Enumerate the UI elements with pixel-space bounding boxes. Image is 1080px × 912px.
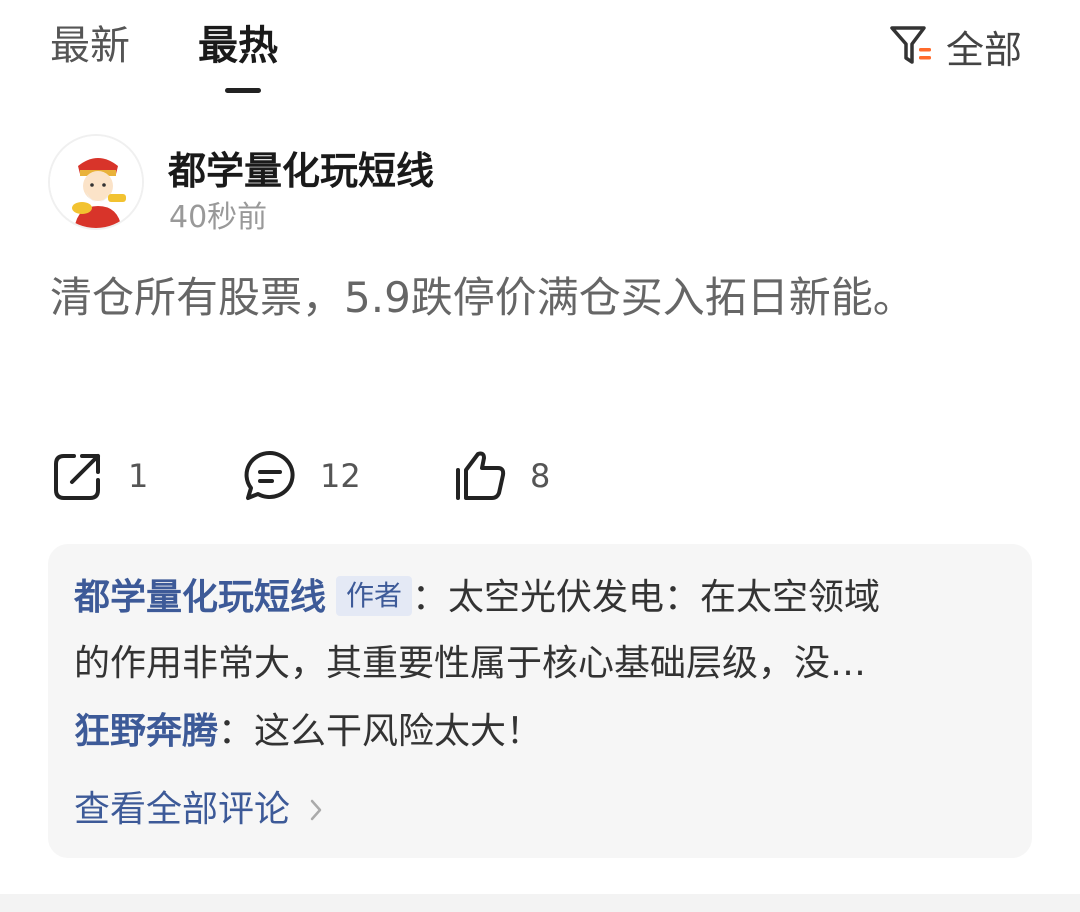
comment-author[interactable]: 狂野奔腾 [74,711,218,752]
active-tab-indicator [225,88,261,93]
filter-button[interactable]: 全部 [888,20,1022,72]
god-of-wealth-avatar-icon [50,136,142,228]
comment-text-line-2: 的作用非常大，其重要性属于核心基础层级，没… [74,643,867,684]
comment-icon [244,450,295,500]
like-button[interactable]: 8 [452,446,550,506]
share-icon [54,454,100,500]
post-content[interactable]: 清仓所有股票，5.9跌停价满仓买入拓日新能。 [50,256,1030,340]
comment-text: ：这么干风险太大！ [218,711,543,752]
thumbs-up-icon [456,451,506,500]
view-all-label: 查看全部评论 [74,789,291,830]
view-all-comments-link[interactable]: 查看全部评论 [74,784,328,836]
comment-preview-panel: 都学量化玩短线 作者 ：太空光伏发电：在太空领域 的作用非常大，其重要性属于核心基础… [48,544,1032,858]
filter-icon [890,26,931,64]
feed-tabs: 最新 最热 全部 [0,0,1080,100]
avatar[interactable] [48,134,144,230]
like-count: 8 [530,457,551,495]
feed-separator [0,894,1080,912]
tab-latest[interactable]: 最新 [50,20,130,72]
author-badge: 作者 [336,576,413,616]
share-count: 1 [128,457,149,495]
tab-hot[interactable]: 最热 [198,20,278,72]
comment-count: 12 [320,457,361,495]
comment-item[interactable]: 都学量化玩短线 作者 ：太空光伏发电：在太空领域 [74,572,1014,624]
share-button[interactable]: 1 [50,446,148,506]
filter-label: 全部 [946,27,1023,72]
chevron-right-icon [310,799,322,821]
comment-item[interactable]: 狂野奔腾：这么干风险太大！ [74,706,1014,758]
post-actions: 1 12 8 [50,446,650,506]
post-author[interactable]: 都学量化玩短线 [168,140,434,195]
post-time: 40秒前 [169,200,268,235]
comment-button[interactable]: 12 [242,446,361,506]
comment-author[interactable]: 都学量化玩短线 [74,577,326,618]
comment-text-line-1: ：太空光伏发电：在太空领域 [412,577,881,618]
